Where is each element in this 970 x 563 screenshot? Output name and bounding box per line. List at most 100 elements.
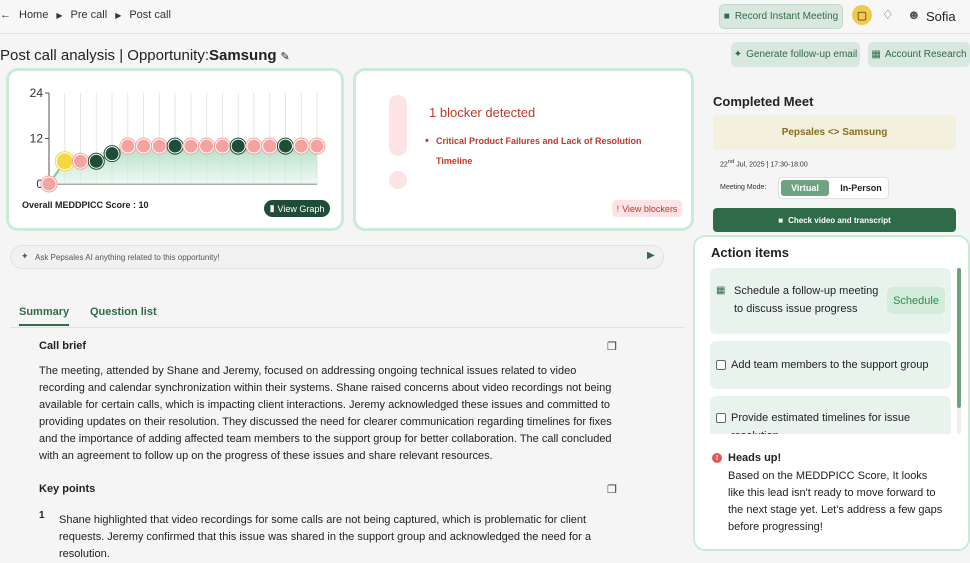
user-name[interactable]: Sofia <box>926 9 956 24</box>
copy-icon[interactable]: ❐ <box>607 483 617 496</box>
page-title: Post call analysis | Opportunity:Samsung… <box>0 47 290 64</box>
record-meeting-label: Record Instant Meeting <box>734 11 839 22</box>
chevron-right-icon: ▶ <box>56 10 63 20</box>
ask-ai-placeholder: Ask Pepsales AI anything related to this… <box>35 253 220 262</box>
chart-point <box>105 147 119 161</box>
chart-point <box>215 139 229 153</box>
action-items-heading: Action items <box>711 245 790 260</box>
chart-point <box>89 154 103 168</box>
action-item-checkbox[interactable] <box>716 413 726 423</box>
check-video-button[interactable]: ■ Check video and transcript <box>713 208 956 232</box>
schedule-button[interactable]: Schedule <box>887 287 945 314</box>
action-item[interactable]: Add team members to the support group <box>710 341 951 389</box>
call-brief-heading: Call brief <box>39 340 87 352</box>
completed-meet-heading: Completed Meet <box>713 94 814 109</box>
completed-meet-panel: Completed Meet Pepsales <> Samsung 22nd … <box>702 77 970 237</box>
chart-point <box>231 139 245 153</box>
chart-point <box>247 139 261 153</box>
meeting-date-day: 22 <box>720 161 728 169</box>
action-item[interactable]: Provide estimated timelines for issue re… <box>710 396 951 434</box>
meeting-mode-toggle: Virtual In-Person <box>778 177 889 199</box>
record-meeting-button[interactable]: ■ Record Instant Meeting <box>719 4 843 29</box>
chart-point <box>200 139 214 153</box>
bell-icon[interactable]: ♢ <box>882 7 894 23</box>
chart-point <box>137 139 151 153</box>
view-graph-label: View Graph <box>277 203 325 214</box>
view-graph-button[interactable]: ▮ View Graph <box>264 200 330 217</box>
action-items-card: Action items ▦ Schedule a follow-up meet… <box>693 235 970 551</box>
view-blockers-button[interactable]: ! View blockers <box>612 200 682 217</box>
generate-email-label: Generate follow-up email <box>746 49 858 60</box>
blocker-title: 1 blocker detected <box>429 105 536 120</box>
building-icon: ▦ <box>871 49 881 60</box>
generate-email-button[interactable]: ✦ Generate follow-up email <box>731 42 860 67</box>
heads-up-text: Based on the MEDDPICC Score, It looks li… <box>728 470 943 533</box>
heads-up-title: Heads up! <box>728 452 782 464</box>
alert-icon: ! <box>616 203 620 214</box>
chart-point <box>294 139 308 153</box>
video-camera-icon: ■ <box>778 215 784 225</box>
pencil-icon[interactable]: ✎ <box>281 51 290 63</box>
chart-point <box>121 139 135 153</box>
chart-point <box>184 139 198 153</box>
breadcrumb-home[interactable]: Home <box>19 9 48 21</box>
meeting-date-rest: Jul, 2025 | 17:30-18:00 <box>734 161 808 169</box>
overall-score: Overall MEDDPICC Score : 10 <box>22 200 149 210</box>
chart-point <box>56 153 73 170</box>
action-item-text: Schedule a follow-up meeting to discuss … <box>734 285 879 315</box>
meddpicc-chart[interactable]: 24120 <box>9 71 341 195</box>
meeting-date: 22nd Jul, 2025 | 17:30-18:00 <box>720 159 808 168</box>
breadcrumb: ← Home ▶ Pre call ▶ Post call <box>0 9 171 21</box>
action-item-checkbox[interactable] <box>716 360 726 370</box>
blocker-item: Critical Product Failures and Lack of Re… <box>425 131 676 171</box>
copy-icon[interactable]: ❐ <box>607 340 617 353</box>
y-tick-label: 24 <box>30 86 44 100</box>
send-icon[interactable]: ▶ <box>647 250 655 261</box>
sparkle-icon: ✦ <box>733 49 743 60</box>
bar-chart-icon: ▮ <box>269 203 275 213</box>
video-camera-icon: ■ <box>723 11 730 22</box>
breadcrumb-pre-call[interactable]: Pre call <box>71 9 108 21</box>
breadcrumb-post-call[interactable]: Post call <box>129 9 171 21</box>
tab-summary[interactable]: Summary <box>19 306 70 326</box>
action-item[interactable]: ▦ Schedule a follow-up meeting to discus… <box>710 268 951 334</box>
view-blockers-label: View blockers <box>622 203 678 214</box>
chart-point <box>42 177 56 191</box>
meeting-mode-label: Meeting Mode: <box>720 184 767 191</box>
action-item-text: Add team members to the support group <box>731 359 929 371</box>
meddpicc-score-card: 24 12 0 Overall MEDDPICC Score : 10 ▮ View… <box>6 68 344 231</box>
call-brief-text: The meeting, attended by Shane and Jerem… <box>39 365 612 462</box>
tab-bar: Summary Question list <box>10 306 685 328</box>
ask-ai-input[interactable]: ✦ Ask Pepsales AI anything related to th… <box>10 245 664 269</box>
scrollbar-thumb[interactable] <box>957 268 961 408</box>
exclamation-dot-icon <box>389 171 407 189</box>
user-icon[interactable]: ☻ <box>907 7 921 22</box>
mode-in-person-button[interactable]: In-Person <box>834 180 888 196</box>
top-bar: ← Home ▶ Pre call ▶ Post call ■ Record I… <box>0 0 970 34</box>
action-item-text: Provide estimated timelines for issue re… <box>731 412 911 434</box>
chat-icon[interactable]: ▢ <box>852 5 872 25</box>
back-arrow-icon[interactable]: ← <box>0 9 11 21</box>
chart-point <box>152 139 166 153</box>
y-tick-label: 12 <box>30 132 44 146</box>
page-title-prefix: Post call analysis | Opportunity: <box>0 47 209 64</box>
sparkle-icon: ✦ <box>21 251 29 261</box>
account-research-label: Account Research <box>884 49 967 60</box>
account-research-button[interactable]: ▦ Account Research <box>868 42 970 67</box>
blocker-card: 1 blocker detected Critical Product Fail… <box>353 68 694 231</box>
action-items-list[interactable]: ▦ Schedule a follow-up meeting to discus… <box>710 268 955 434</box>
meeting-name: Pepsales <> Samsung <box>713 115 956 150</box>
calendar-icon: ▦ <box>716 285 726 296</box>
chart-point <box>278 139 292 153</box>
warning-icon: ! <box>712 453 722 463</box>
key-points-heading: Key points <box>39 483 96 495</box>
key-point-text: Shane highlighted that video recordings … <box>59 514 591 560</box>
chart-point <box>74 154 88 168</box>
exclamation-icon <box>389 95 407 156</box>
chart-point <box>310 139 324 153</box>
chart-point <box>168 139 182 153</box>
tab-question-list[interactable]: Question list <box>90 306 157 324</box>
opportunity-name: Samsung <box>209 47 277 64</box>
check-video-label: Check video and transcript <box>788 215 891 225</box>
mode-virtual-button[interactable]: Virtual <box>781 180 829 196</box>
